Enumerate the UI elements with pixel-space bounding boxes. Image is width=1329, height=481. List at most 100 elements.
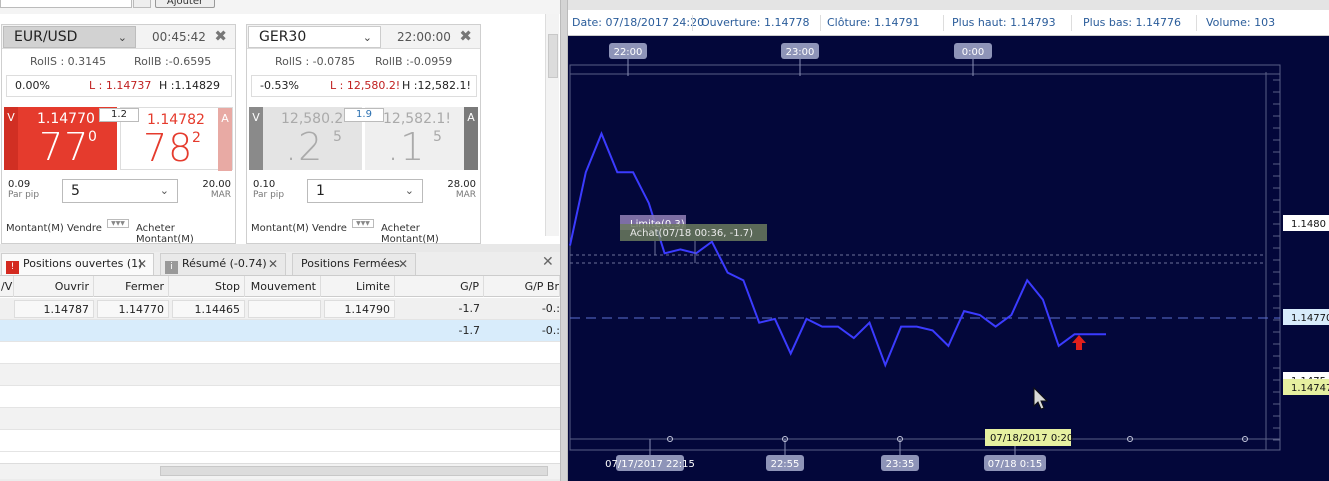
cell-open: 1.14787 bbox=[14, 300, 94, 318]
info-volume: Volume: 103 bbox=[1206, 16, 1276, 29]
sell-pips: 77 bbox=[39, 125, 90, 169]
symbol-label: EUR/USD bbox=[14, 29, 78, 45]
price-range-box: -0.53% L : 12,580.2! H :12,582.1! bbox=[251, 75, 477, 97]
scrollbar-thumb[interactable] bbox=[160, 466, 548, 476]
tick-label: 07/18 0:15 bbox=[988, 459, 1042, 470]
close-icon[interactable]: ✖ bbox=[459, 25, 472, 48]
low-price: L : 1.14737 bbox=[89, 79, 152, 92]
cell-pl: -1.7 bbox=[458, 302, 480, 315]
separator bbox=[1071, 15, 1072, 31]
quotes-scrollbar[interactable] bbox=[545, 14, 559, 236]
column-header[interactable]: G/P Br bbox=[484, 276, 560, 297]
price-label-1480: 1.1480 bbox=[1283, 215, 1329, 231]
spread-value: 1.9 bbox=[344, 108, 384, 122]
close-icon[interactable]: ✕ bbox=[398, 254, 408, 274]
pip-label: Par pip bbox=[8, 190, 40, 200]
symbol-select[interactable]: EUR/USD ⌄ bbox=[3, 26, 136, 48]
cell-gross-pl: -0.: bbox=[541, 324, 560, 337]
roll-buy: RollB :-0.6595 bbox=[134, 55, 212, 68]
column-header[interactable]: G/P bbox=[395, 276, 484, 297]
alert-icon: ! bbox=[6, 261, 19, 274]
add-button[interactable]: Ajouter bbox=[155, 0, 215, 8]
scrollbar-thumb[interactable] bbox=[548, 34, 558, 78]
table-row-empty bbox=[0, 364, 560, 386]
chevron-down-icon: ⌄ bbox=[159, 184, 169, 197]
spread-value: 1.2 bbox=[99, 108, 139, 122]
top-search-input[interactable] bbox=[0, 0, 132, 8]
high-price: H :1.14829 bbox=[159, 79, 220, 92]
buy-order-tag[interactable]: Achat(07/18 00:36, -1.7) bbox=[620, 224, 767, 241]
footer-right-label: Acheter Montant(M) bbox=[136, 223, 194, 245]
column-header[interactable]: Limite bbox=[321, 276, 395, 297]
quote-time: 00:45:42 bbox=[152, 30, 206, 44]
buy-tag: A bbox=[218, 108, 232, 171]
chevron-down-icon: ⌄ bbox=[404, 184, 414, 197]
close-panel-icon[interactable]: ✕ bbox=[542, 254, 554, 270]
cell-stop[interactable]: 1.14465 bbox=[172, 300, 245, 318]
close-icon[interactable]: ✕ bbox=[137, 254, 147, 274]
cell-gross-pl: -0.: bbox=[541, 302, 560, 315]
quote-card-eurusd: EUR/USD ⌄ 00:45:42 ✖ RollS : 0.3145 RollB… bbox=[1, 24, 236, 245]
chart-background bbox=[568, 36, 1329, 481]
buy-pips: .1 bbox=[387, 125, 426, 169]
more-icon[interactable]: ▼▼▼ bbox=[107, 219, 129, 228]
quote-time: 22:00:00 bbox=[397, 30, 451, 44]
tick-label: 0:00 bbox=[962, 47, 984, 58]
footer-right-label: Acheter Montant(M) bbox=[381, 223, 439, 245]
info-open: Ouverture: 1.14778 bbox=[701, 16, 810, 29]
sell-fraction: 0 bbox=[88, 129, 97, 145]
tick-label: 22:00 bbox=[614, 47, 643, 58]
pip-label: Par pip bbox=[253, 190, 285, 200]
tab-summary[interactable]: i Résumé (-0.74) ✕ bbox=[160, 253, 286, 275]
change-percent: -0.53% bbox=[260, 79, 299, 92]
cell-limit[interactable]: 1.14790 bbox=[324, 300, 395, 318]
pip-info: 0.10 Par pip bbox=[253, 179, 284, 200]
buy-fraction: 5 bbox=[433, 129, 442, 145]
roll-buy: RollB :-0.0959 bbox=[375, 55, 453, 68]
column-header[interactable]: Ouvrir bbox=[14, 276, 94, 297]
top-dropdown-button[interactable] bbox=[133, 0, 151, 8]
separator bbox=[943, 15, 944, 31]
tick-label: 23:35 bbox=[886, 459, 915, 470]
card-header: GER30 ⌄ 22:00:00 ✖ bbox=[247, 25, 480, 49]
cell-trailing[interactable] bbox=[248, 300, 321, 318]
tick-label: 23:00 bbox=[786, 47, 815, 58]
tab-closed-positions[interactable]: Positions Fermées ✕ bbox=[292, 253, 416, 275]
column-header[interactable]: Stop bbox=[169, 276, 245, 297]
panel-splitter[interactable] bbox=[560, 0, 568, 481]
separator bbox=[820, 15, 821, 31]
table-row-empty bbox=[0, 386, 560, 408]
price-chart[interactable]: 22:00 23:00 0:00 07/17/2017 22:15 22:55 23:3… bbox=[568, 36, 1329, 481]
chevron-down-icon: ⌄ bbox=[117, 31, 127, 44]
table-row[interactable]: 1.14787 1.14770 1.14465 1.14790 -1.7 -0.… bbox=[0, 298, 560, 320]
sell-tag: V bbox=[249, 107, 263, 170]
summary-icon: i bbox=[165, 261, 178, 274]
cursor-label-text: 07/18/2017 0:20 bbox=[990, 433, 1073, 444]
pip-info: 0.09 Par pip bbox=[8, 179, 39, 200]
tab-open-positions[interactable]: ! Positions ouvertes (1) ✕ bbox=[1, 253, 154, 275]
cell-close: 1.14770 bbox=[97, 300, 169, 318]
margin-value: 20.00 bbox=[202, 179, 231, 190]
symbol-select[interactable]: GER30 ⌄ bbox=[248, 26, 381, 48]
more-icon[interactable]: ▼▼▼ bbox=[352, 219, 374, 228]
tab-label: Résumé (-0.74) bbox=[182, 257, 267, 270]
column-header[interactable]: /V bbox=[0, 276, 14, 297]
quantity-select[interactable]: 1 ⌄ bbox=[307, 179, 423, 203]
close-icon[interactable]: ✖ bbox=[214, 25, 227, 48]
info-high: Plus haut: 1.14793 bbox=[952, 16, 1056, 29]
column-header[interactable]: Fermer bbox=[94, 276, 169, 297]
positions-table: /V Ouvrir Fermer Stop Mouvement d Limite… bbox=[0, 276, 560, 463]
tab-label: Positions ouvertes (1) bbox=[23, 257, 143, 270]
table-horizontal-scrollbar[interactable] bbox=[0, 463, 560, 479]
buy-label: Achat(07/18 00:36, -1.7) bbox=[630, 228, 753, 239]
cell-pl: -1.7 bbox=[458, 324, 480, 337]
info-low: Plus bas: 1.14776 bbox=[1083, 16, 1182, 29]
quantity-select[interactable]: 5 ⌄ bbox=[62, 179, 178, 203]
column-header[interactable]: Mouvement d bbox=[245, 276, 321, 314]
table-row-total[interactable]: -1.7 -0.: bbox=[0, 320, 560, 342]
sell-pips: .2 bbox=[285, 125, 324, 169]
price-label-current: 1.14770 bbox=[1283, 309, 1329, 325]
footer-left-label: Montant(M) Vendre bbox=[251, 223, 347, 234]
buy-pips: 78 bbox=[143, 126, 194, 170]
close-icon[interactable]: ✕ bbox=[268, 254, 278, 274]
